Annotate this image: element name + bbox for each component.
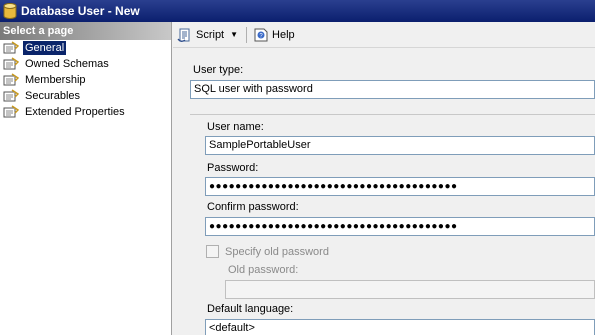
sidebar-item-owned-schemas[interactable]: Owned Schemas (0, 56, 171, 72)
page-icon (3, 57, 20, 71)
sidebar-item-label: Securables (25, 90, 81, 102)
database-icon (3, 3, 17, 19)
specify-old-password-checkbox[interactable] (206, 245, 219, 258)
user-name-input[interactable]: SamplePortableUser (205, 136, 595, 155)
user-type-label: User type: (193, 64, 244, 76)
page-selector-header: Select a page (0, 22, 171, 40)
group-divider (190, 114, 595, 115)
page-icon (3, 73, 20, 87)
old-password-label: Old password: (228, 264, 299, 276)
user-name-label: User name: (207, 121, 264, 133)
confirm-password-label: Confirm password: (207, 201, 299, 213)
page-icon (3, 105, 20, 119)
page-selector: Select a page General Owned Schemas Memb… (0, 22, 172, 335)
sidebar-item-label: Membership (25, 74, 86, 86)
sidebar-item-extended-properties[interactable]: Extended Properties (0, 104, 171, 120)
content-pane: Script ▼ ? Help User type: SQL user with… (173, 22, 595, 335)
sidebar-item-label: Owned Schemas (25, 58, 109, 70)
default-language-field[interactable]: <default> (205, 319, 595, 335)
password-label: Password: (207, 162, 259, 174)
toolbar: Script ▼ ? Help (173, 22, 595, 48)
old-password-input[interactable] (225, 280, 595, 299)
sidebar-item-membership[interactable]: Membership (0, 72, 171, 88)
sidebar-item-label: General (23, 41, 67, 55)
sidebar-item-general[interactable]: General (0, 40, 171, 56)
sidebar-item-label: Extended Properties (25, 106, 125, 118)
help-button-label: Help (272, 28, 295, 41)
sidebar-item-securables[interactable]: Securables (0, 88, 171, 104)
password-input[interactable]: ●●●●●●●●●●●●●●●●●●●●●●●●●●●●●●●●●●●●●● (205, 177, 595, 196)
specify-old-password-label: Specify old password (225, 246, 329, 258)
toolbar-separator (246, 26, 248, 43)
page-icon (3, 41, 20, 55)
window-title: Database User - New (21, 4, 140, 18)
help-icon: ? (253, 27, 269, 43)
script-button-label: Script (196, 28, 225, 41)
dropdown-arrow-icon[interactable]: ▼ (230, 30, 238, 39)
page-icon (3, 89, 20, 103)
title-bar: Database User - New (0, 0, 595, 22)
default-language-label: Default language: (207, 303, 294, 315)
script-button[interactable]: Script ▼ (177, 27, 238, 43)
help-button[interactable]: ? Help (253, 27, 295, 43)
confirm-password-input[interactable]: ●●●●●●●●●●●●●●●●●●●●●●●●●●●●●●●●●●●●●● (205, 217, 595, 236)
script-icon (177, 27, 193, 43)
user-type-field[interactable]: SQL user with password (190, 80, 595, 99)
